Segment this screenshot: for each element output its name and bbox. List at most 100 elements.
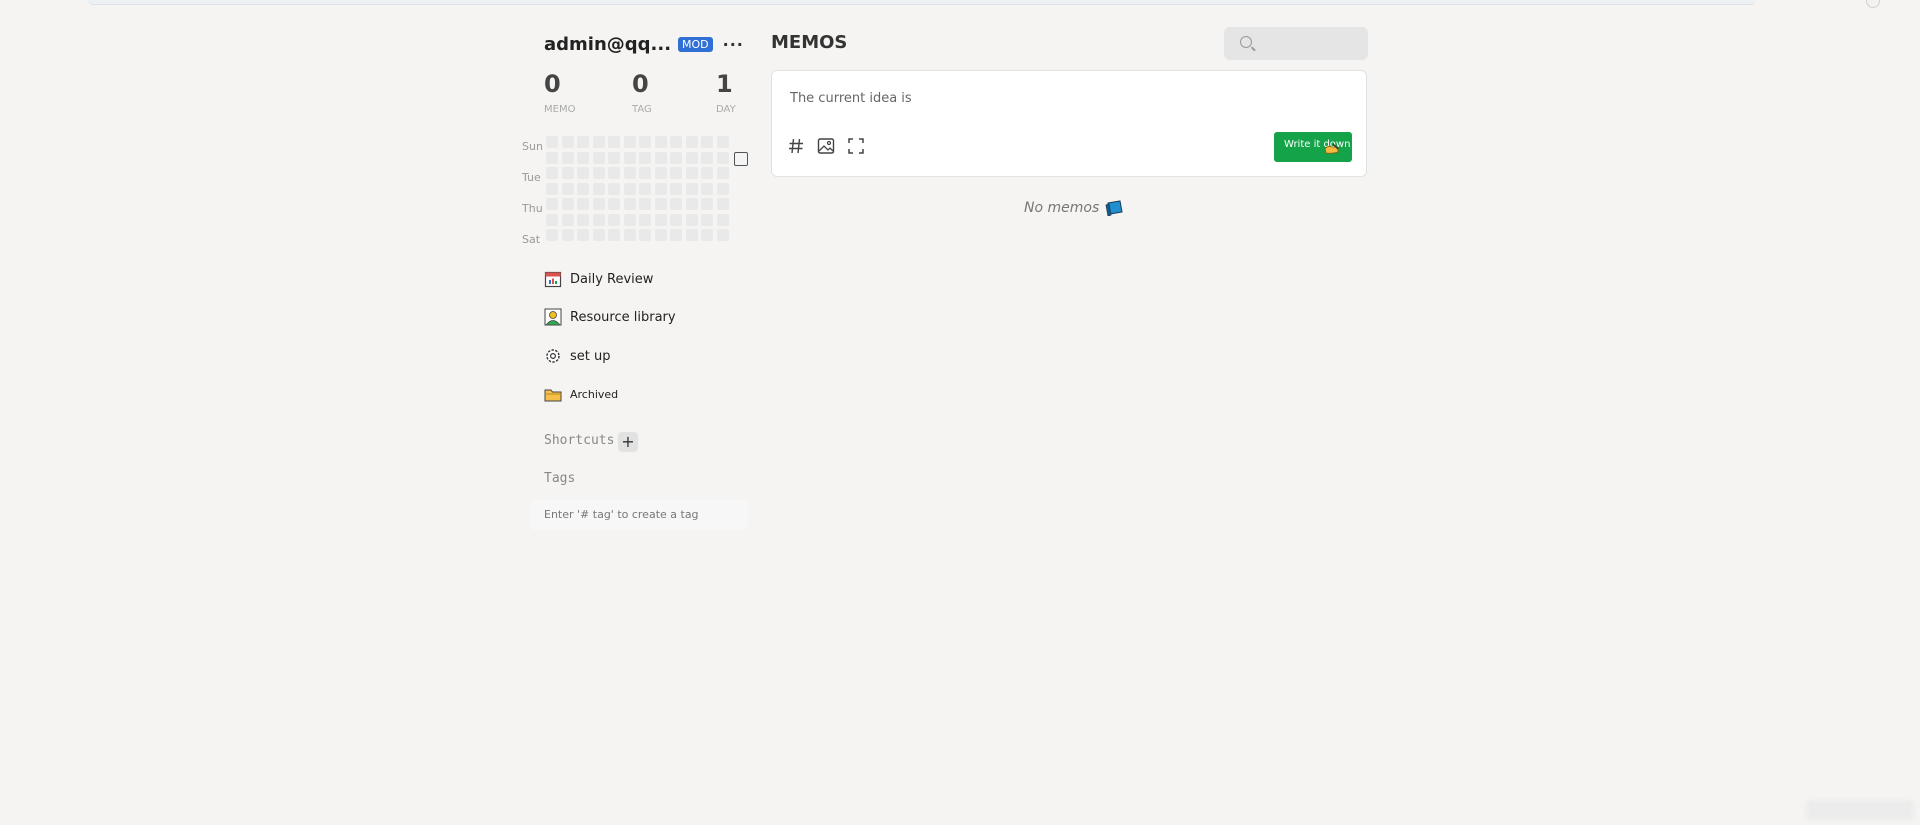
heatmap-cell[interactable] [701, 198, 713, 210]
heatmap-cell[interactable] [561, 182, 574, 195]
heatmap-cell[interactable] [608, 167, 620, 179]
heatmap-cell[interactable] [685, 198, 698, 210]
heatmap-cell[interactable] [670, 213, 682, 226]
heatmap-cell[interactable] [577, 167, 589, 179]
heatmap-cell[interactable] [608, 213, 620, 226]
stat-day-label: DAY [716, 104, 736, 115]
heatmap-cell[interactable] [654, 198, 667, 210]
sidebar-item-resource-library[interactable]: Resource library [544, 308, 676, 326]
heatmap-cell[interactable] [654, 136, 667, 148]
heatmap-cell[interactable] [716, 213, 729, 226]
heatmap-cell[interactable] [701, 213, 713, 226]
heatmap-cell[interactable] [608, 151, 620, 164]
heatmap-cell[interactable] [654, 182, 667, 195]
heatmap-cell[interactable] [577, 136, 589, 148]
heatmap-cell[interactable] [561, 136, 574, 148]
sidebar-item-set-up[interactable]: set up [544, 347, 611, 365]
heatmap-cell[interactable] [546, 229, 558, 241]
heatmap-cell[interactable] [577, 198, 589, 210]
memo-input[interactable] [788, 89, 1272, 115]
heatmap-cell[interactable] [561, 198, 574, 210]
heatmap-cell[interactable] [546, 136, 558, 148]
heatmap-cell[interactable] [701, 229, 713, 241]
heatmap-cell[interactable] [685, 182, 698, 195]
fullscreen-icon[interactable] [846, 137, 866, 157]
heatmap-cell[interactable] [623, 167, 636, 179]
heatmap-cell[interactable] [716, 198, 729, 210]
heatmap-cell[interactable] [561, 167, 574, 179]
heatmap-cell[interactable] [639, 167, 651, 179]
heatmap-cell[interactable] [701, 167, 713, 179]
heatmap-cell[interactable] [608, 229, 620, 241]
heatmap-cell[interactable] [546, 151, 558, 164]
heatmap-cell[interactable] [592, 151, 605, 164]
heatmap-cell[interactable] [685, 151, 698, 164]
heatmap-cell[interactable] [654, 229, 667, 241]
heatmap-cell[interactable] [592, 182, 605, 195]
heatmap-cell[interactable] [592, 229, 605, 241]
heatmap-cell[interactable] [608, 136, 620, 148]
write-it-down-button[interactable]: Write it down [1274, 132, 1352, 162]
heatmap-cell[interactable] [670, 151, 682, 164]
heatmap-cell[interactable] [546, 182, 558, 195]
heatmap-cell[interactable] [670, 136, 682, 148]
heatmap-cell[interactable] [608, 198, 620, 210]
heatmap-cell[interactable] [716, 167, 729, 179]
heatmap-cell[interactable] [639, 213, 651, 226]
heatmap-cell[interactable] [685, 136, 698, 148]
heatmap-cell[interactable] [716, 229, 729, 241]
heatmap-cell[interactable] [701, 151, 713, 164]
heatmap-cell[interactable] [592, 136, 605, 148]
heatmap-cell[interactable] [577, 182, 589, 195]
heatmap-cell[interactable] [608, 182, 620, 195]
heatmap-cell[interactable] [623, 229, 636, 241]
heatmap-cell[interactable] [639, 198, 651, 210]
more-options-button[interactable]: ··· [723, 35, 744, 54]
heatmap-today-cell[interactable] [734, 151, 748, 166]
heatmap-cell[interactable] [701, 182, 713, 195]
search-input[interactable] [1260, 27, 1364, 62]
sidebar-item-archived[interactable]: Archived [544, 385, 618, 403]
heatmap-cell[interactable] [670, 167, 682, 179]
heatmap-cell[interactable] [701, 136, 713, 148]
heatmap-cell[interactable] [623, 136, 636, 148]
heatmap-cell[interactable] [592, 167, 605, 179]
heatmap-cell[interactable] [654, 151, 667, 164]
heatmap-cell[interactable] [546, 198, 558, 210]
image-icon[interactable] [816, 137, 836, 157]
heatmap-cell[interactable] [639, 136, 651, 148]
hashtag-icon[interactable] [786, 137, 806, 157]
heatmap-cell[interactable] [592, 198, 605, 210]
sidebar-item-daily-review[interactable]: Daily Review [544, 270, 653, 288]
heatmap-cell[interactable] [685, 213, 698, 226]
heatmap-cell[interactable] [654, 167, 667, 179]
heatmap-cell[interactable] [623, 198, 636, 210]
add-shortcut-button[interactable]: + [618, 432, 638, 452]
heatmap-cell[interactable] [639, 182, 651, 195]
heatmap-cell[interactable] [561, 151, 574, 164]
heatmap-cell[interactable] [577, 229, 589, 241]
heatmap-cell[interactable] [561, 213, 574, 226]
heatmap-cell[interactable] [546, 167, 558, 179]
heatmap-cell[interactable] [716, 136, 729, 148]
heatmap-cell[interactable] [592, 213, 605, 226]
username[interactable]: admin@qq.... [544, 34, 672, 55]
search-box[interactable] [1224, 27, 1368, 62]
heatmap-cell[interactable] [639, 151, 651, 164]
heatmap-cell[interactable] [623, 151, 636, 164]
heatmap-cell[interactable] [670, 198, 682, 210]
heatmap-cell[interactable] [546, 213, 558, 226]
heatmap-cell[interactable] [670, 229, 682, 241]
heatmap-cell[interactable] [577, 213, 589, 226]
heatmap-cell[interactable] [654, 213, 667, 226]
heatmap-cell[interactable] [623, 182, 636, 195]
heatmap-cell[interactable] [670, 182, 682, 195]
heatmap-cell[interactable] [623, 213, 636, 226]
heatmap-cell[interactable] [561, 229, 574, 241]
heatmap-cell[interactable] [685, 229, 698, 241]
heatmap-cell[interactable] [716, 151, 729, 164]
heatmap-cell[interactable] [685, 167, 698, 179]
heatmap-cell[interactable] [639, 229, 651, 241]
heatmap-cell[interactable] [716, 182, 729, 195]
heatmap-cell[interactable] [577, 151, 589, 164]
